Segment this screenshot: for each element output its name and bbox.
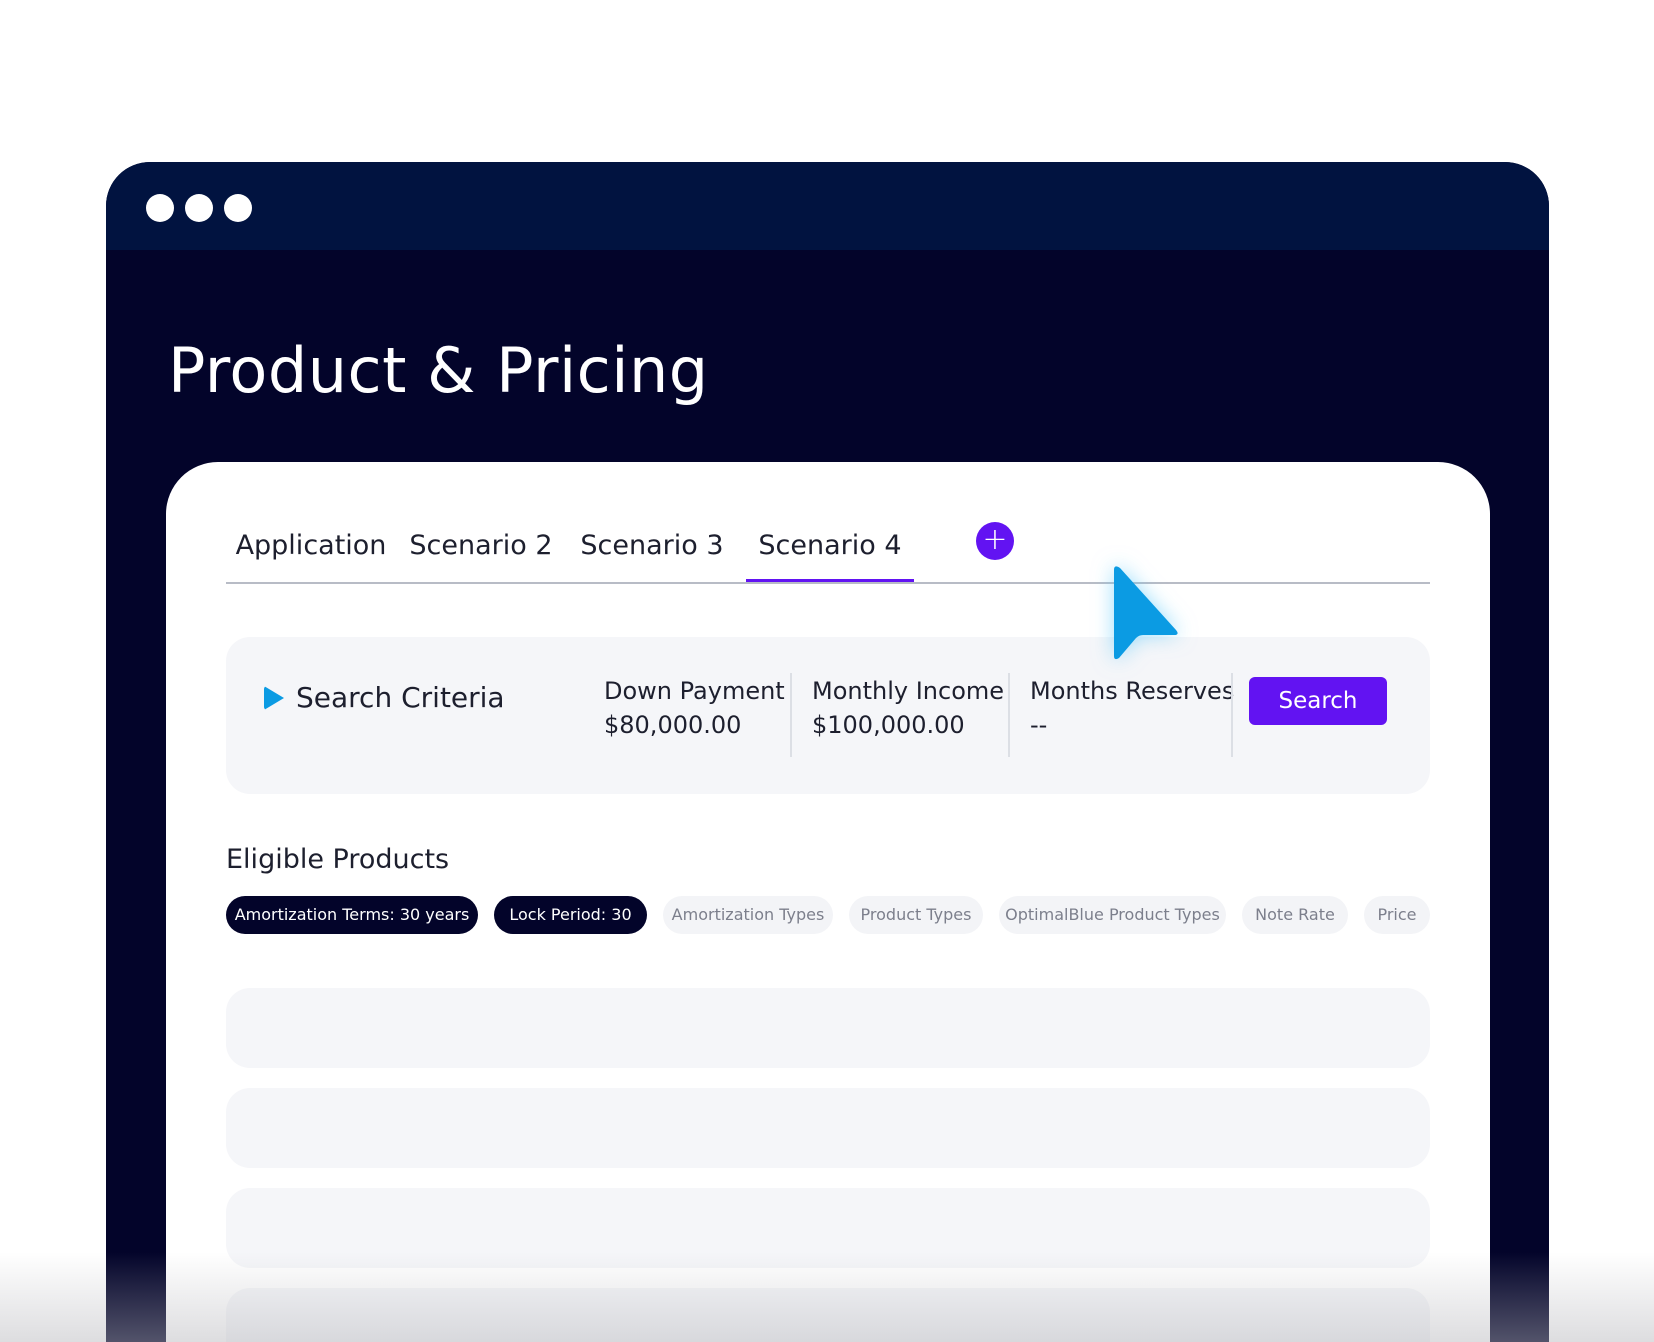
- product-row-placeholder[interactable]: [226, 988, 1430, 1068]
- monthly-income-field: Monthly Income $100,000.00: [812, 675, 1004, 743]
- filter-chip-product-types[interactable]: Product Types: [849, 896, 983, 934]
- tab-scenario-4[interactable]: Scenario 4: [746, 530, 914, 582]
- divider: [790, 673, 792, 757]
- product-row-placeholder[interactable]: [226, 1288, 1430, 1342]
- window-dot-3[interactable]: [224, 194, 252, 222]
- page-title: Product & Pricing: [168, 334, 709, 407]
- search-criteria-toggle[interactable]: Search Criteria: [264, 681, 505, 714]
- down-payment-field: Down Payment $80,000.00: [604, 675, 785, 743]
- divider: [1008, 673, 1010, 757]
- eligible-products-title: Eligible Products: [226, 844, 450, 875]
- filter-chip-optimalblue-product-types[interactable]: OptimalBlue Product Types: [999, 896, 1226, 934]
- tab-scenario-2[interactable]: Scenario 2: [406, 530, 556, 582]
- add-scenario-button[interactable]: +: [976, 522, 1014, 560]
- scenario-tabs: Application Scenario 2 Scenario 3 Scenar…: [226, 522, 1430, 584]
- play-triangle-icon: [264, 685, 284, 710]
- filter-chip-price[interactable]: Price: [1364, 896, 1430, 934]
- field-value: --: [1030, 711, 1048, 739]
- divider: [1231, 673, 1233, 757]
- app-window: Product & Pricing Application Scenario 2…: [106, 162, 1549, 1342]
- search-criteria-label: Search Criteria: [296, 681, 505, 714]
- main-panel: Application Scenario 2 Scenario 3 Scenar…: [166, 462, 1490, 1342]
- tab-label: Scenario 4: [758, 530, 902, 561]
- filter-chip-lock-period[interactable]: Lock Period: 30: [494, 896, 647, 934]
- tab-application[interactable]: Application: [226, 530, 396, 582]
- plus-circle-icon: +: [982, 522, 1008, 557]
- window-titlebar: [106, 162, 1549, 250]
- field-value: $80,000.00: [604, 711, 742, 739]
- filter-chips: Amortization Terms: 30 years Lock Period…: [226, 896, 1436, 936]
- field-label: Months Reserves: [1030, 677, 1235, 705]
- field-label: Monthly Income: [812, 677, 1005, 705]
- tab-label: Scenario 3: [580, 530, 724, 561]
- field-value: $100,000.00: [812, 711, 965, 739]
- mouse-cursor-icon: [1114, 566, 1178, 660]
- field-label: Down Payment: [604, 677, 785, 705]
- filter-chip-amortization-terms[interactable]: Amortization Terms: 30 years: [226, 896, 478, 934]
- tab-label: Scenario 2: [409, 530, 553, 561]
- product-row-placeholder[interactable]: [226, 1188, 1430, 1268]
- tab-label: Application: [235, 530, 387, 561]
- tab-scenario-3[interactable]: Scenario 3: [576, 530, 728, 582]
- months-reserves-field: Months Reserves --: [1030, 675, 1234, 743]
- window-dot-1[interactable]: [146, 194, 174, 222]
- filter-chip-amortization-types[interactable]: Amortization Types: [663, 896, 833, 934]
- window-dot-2[interactable]: [185, 194, 213, 222]
- product-row-placeholder[interactable]: [226, 1088, 1430, 1168]
- filter-chip-note-rate[interactable]: Note Rate: [1242, 896, 1348, 934]
- search-criteria-card: Search Criteria Down Payment $80,000.00 …: [226, 637, 1430, 794]
- search-button[interactable]: Search: [1249, 677, 1387, 725]
